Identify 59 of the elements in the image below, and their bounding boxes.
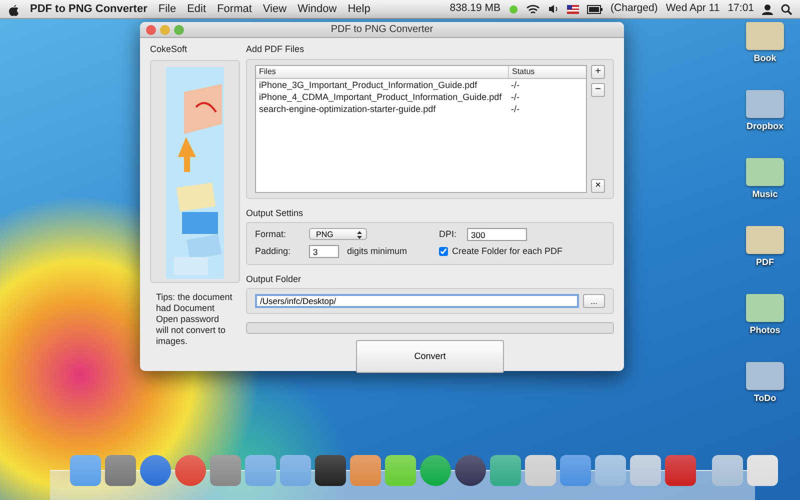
folder-label[interactable]: Dropbox — [746, 120, 784, 134]
file-name-cell-text: iPhone_4_CDMA_Important_Product_Information_Guide.pdf — [258, 90, 503, 102]
battery-icon[interactable] — [586, 4, 603, 14]
dpi-field[interactable]: 300 — [467, 228, 527, 241]
menu-item[interactable]: Format — [217, 0, 252, 18]
apple-icon[interactable] — [8, 2, 19, 16]
brand-label: CokeSoft — [150, 43, 188, 56]
user-icon[interactable] — [762, 4, 773, 14]
status-cell-text: -/- — [510, 102, 520, 114]
browse-button[interactable]: ... — [583, 294, 605, 308]
format-label: Format: — [255, 228, 288, 242]
folder-label[interactable]: ToDo — [754, 392, 776, 406]
window-title: PDF to PNG Converter — [330, 23, 434, 37]
menu-item[interactable]: File — [158, 0, 176, 18]
file-name-cell-text: iPhone_3G_Important_Product_Information_Guide.pdf — [258, 78, 478, 90]
finder-icon[interactable] — [70, 455, 101, 486]
section-title: Output Folder — [246, 272, 302, 286]
clear-button[interactable]: × — [591, 178, 605, 192]
file-name-cell-text: search-engine-optimization-starter-guide.pdf — [258, 102, 437, 114]
tips-text: Tips: the document had Document Open password will not convert to images. — [155, 290, 234, 346]
folder-path-field[interactable]: /Users/infc/Desktop/ — [255, 294, 579, 308]
status-dot-icon[interactable] — [508, 4, 518, 14]
menu-item[interactable]: View — [262, 0, 287, 18]
section-title: Output Settins — [246, 206, 304, 220]
flag-icon[interactable] — [566, 4, 579, 14]
close-button[interactable] — [146, 24, 156, 34]
remove-button[interactable]: − — [591, 82, 605, 96]
folder-label[interactable]: Music — [752, 188, 778, 202]
volume-icon[interactable] — [548, 4, 559, 14]
add-button[interactable]: + — [591, 64, 605, 78]
menu-item[interactable]: Help — [348, 0, 370, 18]
menu-item[interactable]: Window — [298, 0, 337, 18]
clock-time[interactable]: 17:01 — [728, 1, 754, 17]
padding-hint: digits minimum — [347, 245, 408, 258]
folder-label[interactable]: PDF — [756, 256, 774, 270]
search-icon[interactable] — [781, 4, 792, 14]
minimize-button[interactable] — [160, 24, 170, 34]
create-folder-checkbox[interactable] — [439, 247, 448, 256]
zoom-button[interactable] — [174, 24, 184, 34]
updown-caret-icon — [357, 230, 362, 239]
convert-button[interactable]: Convert — [356, 340, 504, 373]
padding-field[interactable]: 3 — [309, 245, 339, 258]
checkbox-label: Create Folder for each PDF — [452, 245, 563, 258]
folder-label[interactable]: Book — [754, 52, 776, 66]
battery-status: (Charged) — [610, 1, 658, 16]
wifi-icon[interactable] — [526, 4, 540, 14]
format-dropdown[interactable]: PNG — [309, 228, 367, 240]
menu-item[interactable]: Edit — [187, 0, 206, 18]
column-header[interactable]: Files — [256, 66, 508, 78]
status-cell-text: -/- — [510, 90, 520, 102]
memory-reading: 838.19 MB — [450, 1, 501, 16]
section-title: Add PDF Files — [246, 43, 306, 56]
dpi-label: DPI: — [439, 228, 458, 242]
column-header[interactable]: Status — [508, 66, 586, 78]
app-menu[interactable]: PDF to PNG Converter — [30, 0, 148, 18]
clock-date[interactable]: Wed Apr 11 — [666, 1, 720, 17]
status-cell-text: -/- — [510, 78, 520, 90]
folder-label[interactable]: Photos — [750, 324, 780, 338]
padding-label: Padding: — [255, 245, 292, 258]
